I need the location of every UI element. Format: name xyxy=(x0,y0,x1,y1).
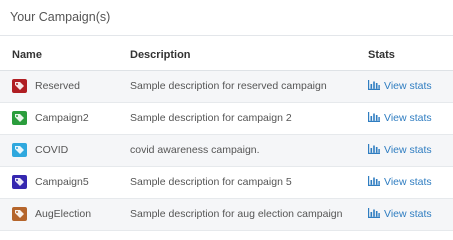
bar-chart-icon xyxy=(368,176,380,186)
panel-title: Your Campaign(s) xyxy=(0,0,453,36)
bar-chart-icon xyxy=(368,80,380,90)
campaign-name: COVID xyxy=(35,144,69,156)
campaign-name: Campaign5 xyxy=(35,176,89,188)
campaign-name: AugElection xyxy=(35,208,92,220)
view-stats-label: View stats xyxy=(384,80,432,92)
table-row: COVID covid awareness campaign. View sta… xyxy=(0,134,453,167)
view-stats-link[interactable]: View stats xyxy=(368,208,432,220)
tag-icon xyxy=(12,111,27,125)
stats-cell: View stats xyxy=(368,198,453,231)
stats-cell: View stats xyxy=(368,70,453,103)
campaign-description: Sample description for aug election camp… xyxy=(118,198,368,231)
campaign-name: Campaign2 xyxy=(35,112,89,124)
campaign-name-cell: COVID xyxy=(0,134,118,167)
campaigns-table: Name Description Stats Reserved Sample d… xyxy=(0,49,453,231)
table-row: Campaign2 Sample description for campaig… xyxy=(0,102,453,135)
campaign-name-cell: AugElection xyxy=(0,198,118,231)
table-header-row: Name Description Stats xyxy=(0,49,453,71)
tag-icon xyxy=(12,175,27,189)
view-stats-link[interactable]: View stats xyxy=(368,80,432,92)
bar-chart-icon xyxy=(368,208,380,218)
campaign-name: Reserved xyxy=(35,80,80,92)
view-stats-link[interactable]: View stats xyxy=(368,176,432,188)
campaign-name-cell: Campaign5 xyxy=(0,166,118,199)
campaigns-panel: Your Campaign(s) Name Description Stats … xyxy=(0,0,453,239)
view-stats-link[interactable]: View stats xyxy=(368,144,432,156)
view-stats-link[interactable]: View stats xyxy=(368,112,432,124)
view-stats-label: View stats xyxy=(384,176,432,188)
tag-icon xyxy=(12,207,27,221)
column-header-description: Description xyxy=(118,49,368,71)
view-stats-label: View stats xyxy=(384,208,432,220)
view-stats-label: View stats xyxy=(384,144,432,156)
bar-chart-icon xyxy=(368,112,380,122)
stats-cell: View stats xyxy=(368,134,453,167)
table-row: Reserved Sample description for reserved… xyxy=(0,70,453,103)
column-header-stats: Stats xyxy=(368,49,453,71)
table-row: AugElection Sample description for aug e… xyxy=(0,198,453,231)
stats-cell: View stats xyxy=(368,102,453,135)
tag-icon xyxy=(12,79,27,93)
campaign-description: Sample description for campaign 5 xyxy=(118,166,368,199)
campaign-name-cell: Reserved xyxy=(0,70,118,103)
view-stats-label: View stats xyxy=(384,112,432,124)
campaign-name-cell: Campaign2 xyxy=(0,102,118,135)
campaign-description: Sample description for reserved campaign xyxy=(118,70,368,103)
column-header-name: Name xyxy=(0,49,118,71)
stats-cell: View stats xyxy=(368,166,453,199)
campaign-description: Sample description for campaign 2 xyxy=(118,102,368,135)
bar-chart-icon xyxy=(368,144,380,154)
tag-icon xyxy=(12,143,27,157)
campaign-description: covid awareness campaign. xyxy=(118,134,368,167)
table-row: Campaign5 Sample description for campaig… xyxy=(0,166,453,199)
